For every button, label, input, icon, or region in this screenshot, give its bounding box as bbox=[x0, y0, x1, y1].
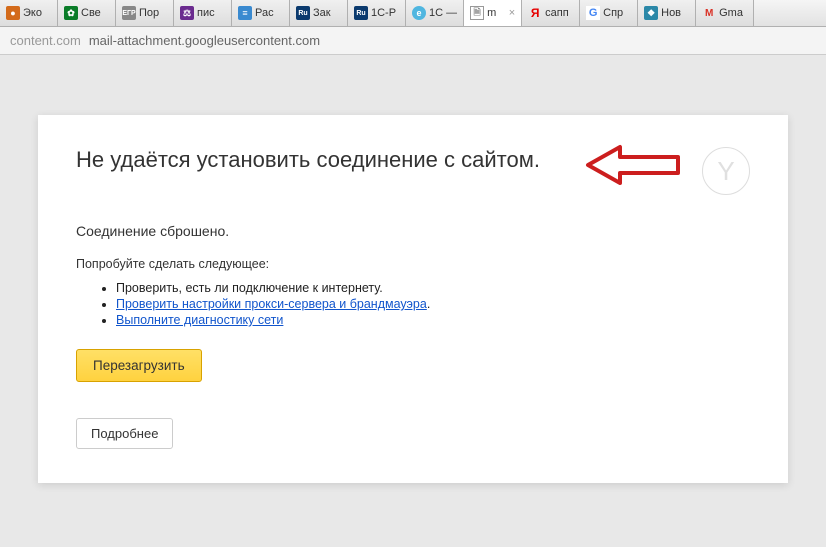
browser-tab[interactable]: e1С — bbox=[406, 0, 464, 26]
tab-label: Спр bbox=[603, 7, 623, 19]
arrow-annotation-icon bbox=[584, 143, 684, 192]
favicon-icon: ≡ bbox=[238, 6, 252, 20]
browser-tab[interactable]: RuЗак bbox=[290, 0, 348, 26]
favicon-icon: ❖ bbox=[644, 6, 658, 20]
tab-label: 1С — bbox=[429, 7, 457, 19]
page-title: Не удаётся установить соединение с сайто… bbox=[76, 147, 564, 173]
browser-tab[interactable]: MGma bbox=[696, 0, 754, 26]
favicon-icon: 🗎 bbox=[470, 6, 484, 20]
proxy-settings-link[interactable]: Проверить настройки прокси-сервера и бра… bbox=[116, 297, 427, 311]
favicon-icon: Я bbox=[528, 6, 542, 20]
tab-label: Пор bbox=[139, 7, 159, 19]
yandex-logo-icon: Y bbox=[702, 147, 750, 195]
reload-button[interactable]: Перезагрузить bbox=[76, 349, 202, 382]
tab-label: сапп bbox=[545, 7, 569, 19]
more-details-button[interactable]: Подробнее bbox=[76, 418, 173, 449]
browser-tab[interactable]: GСпр bbox=[580, 0, 638, 26]
tab-label: Нов bbox=[661, 7, 681, 19]
browser-tab[interactable]: ≡Рас bbox=[232, 0, 290, 26]
tab-label: Све bbox=[81, 7, 101, 19]
tab-label: Gma bbox=[719, 7, 743, 19]
tab-label: Рас bbox=[255, 7, 274, 19]
browser-tab[interactable]: ЕГРПор bbox=[116, 0, 174, 26]
suggestion-item: Проверить, есть ли подключение к интерне… bbox=[116, 281, 750, 295]
try-label: Попробуйте сделать следующее: bbox=[76, 257, 750, 271]
tab-label: Эко bbox=[23, 7, 42, 19]
address-url: mail-attachment.googleusercontent.com bbox=[89, 33, 320, 48]
browser-tab[interactable]: ❖Нов bbox=[638, 0, 696, 26]
favicon-icon: ЕГР bbox=[122, 6, 136, 20]
browser-tab[interactable]: ●Эко bbox=[0, 0, 58, 26]
network-diagnostics-link[interactable]: Выполните диагностику сети bbox=[116, 313, 283, 327]
browser-tab[interactable]: Ru1С-Р bbox=[348, 0, 406, 26]
favicon-icon: e bbox=[412, 6, 426, 20]
favicon-icon: ● bbox=[6, 6, 20, 20]
error-card: Не удаётся установить соединение с сайто… bbox=[38, 115, 788, 483]
address-prefix: content.com bbox=[10, 33, 81, 48]
address-bar[interactable]: content.com mail-attachment.googleuserco… bbox=[0, 27, 826, 55]
favicon-icon: ⚖ bbox=[180, 6, 194, 20]
favicon-icon: G bbox=[586, 6, 600, 20]
close-icon[interactable]: × bbox=[507, 7, 515, 19]
browser-tab[interactable]: ✿Све bbox=[58, 0, 116, 26]
error-subtitle: Соединение сброшено. bbox=[76, 223, 750, 239]
tab-label: Зак bbox=[313, 7, 331, 19]
favicon-icon: ✿ bbox=[64, 6, 78, 20]
favicon-icon: Ru bbox=[354, 6, 368, 20]
suggestions-list: Проверить, есть ли подключение к интерне… bbox=[76, 281, 750, 327]
tab-label: m bbox=[487, 7, 496, 19]
tab-bar: ●Эко✿СвеЕГРПор⚖пис≡РасRuЗакRu1С-Рe1С —🗎m… bbox=[0, 0, 826, 27]
suggestion-item: Выполните диагностику сети bbox=[116, 313, 750, 327]
tab-label: 1С-Р bbox=[371, 7, 396, 19]
suggestion-item: Проверить настройки прокси-сервера и бра… bbox=[116, 297, 750, 311]
browser-tab[interactable]: Ясапп bbox=[522, 0, 580, 26]
tab-label: пис bbox=[197, 7, 215, 19]
browser-tab[interactable]: 🗎m × bbox=[464, 0, 522, 26]
favicon-icon: M bbox=[702, 6, 716, 20]
favicon-icon: Ru bbox=[296, 6, 310, 20]
browser-tab[interactable]: ⚖пис bbox=[174, 0, 232, 26]
